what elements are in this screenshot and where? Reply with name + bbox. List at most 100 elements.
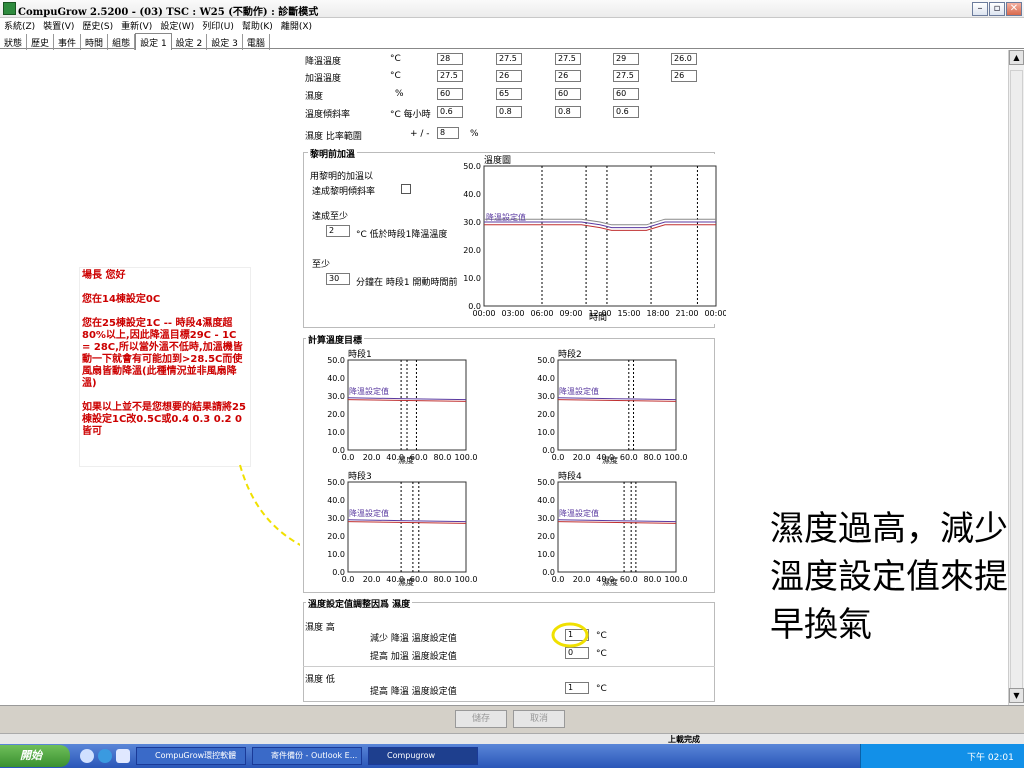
tab-config[interactable]: 組態 <box>108 34 136 51</box>
tab-computer[interactable]: 電腦 <box>243 34 270 51</box>
y-tick-label: 20.0 <box>327 410 345 419</box>
ramp-p1[interactable]: 0.6 <box>437 106 463 118</box>
humidity-p2[interactable]: 65 <box>496 88 522 100</box>
cancel-button[interactable]: 取消 <box>513 710 565 728</box>
period1-chart: 時段1濕度50.040.030.020.010.00.00.0 20.0 40.0 6… <box>327 348 477 465</box>
ramp-p2[interactable]: 0.8 <box>496 106 522 118</box>
highlight-circle <box>551 622 589 648</box>
tab-time[interactable]: 時間 <box>81 34 109 51</box>
y-tick-label: 10.0 <box>327 428 345 437</box>
cool-temp-p4[interactable]: 29 <box>613 53 639 65</box>
x-tick-label: 80.0 <box>643 453 661 462</box>
tab-settings-2[interactable]: 設定 2 <box>172 34 208 51</box>
humidity-p1[interactable]: 60 <box>437 88 463 100</box>
y-tick-label: 50.0 <box>537 478 555 487</box>
period2-chart: 時段2濕度50.040.030.020.010.00.00.0 20.0 40.0 6… <box>537 348 688 465</box>
heat-temp-p3[interactable]: 26 <box>555 70 581 82</box>
heat-temp-p2[interactable]: 26 <box>496 70 522 82</box>
humidity-p3[interactable]: 60 <box>555 88 581 100</box>
series-label: 降溫設定值 <box>486 212 526 222</box>
status-bar: 上載完成 <box>0 733 1024 744</box>
cool-temp-p5[interactable]: 26.0 <box>671 53 697 65</box>
x-tick-label: 60.0 <box>620 575 638 584</box>
cool-temp-p1[interactable]: 28 <box>437 53 463 65</box>
clock[interactable]: 下午 02:01 <box>967 750 1014 763</box>
plot-area <box>557 481 677 573</box>
adjust-row1-unit: °C <box>596 631 607 641</box>
min-input[interactable]: 30 <box>326 273 350 285</box>
note-line-1: 您在14棟設定0C <box>82 294 161 305</box>
reach-input[interactable]: 2 <box>326 225 350 237</box>
app-icon <box>3 2 16 15</box>
x-tick-label: 00:00 <box>472 309 495 318</box>
save-button[interactable]: 儲存 <box>455 710 507 728</box>
tab-settings-3[interactable]: 設定 3 <box>207 34 243 51</box>
start-button[interactable]: 開始 <box>0 745 70 767</box>
hum-ratio-pm: + / - <box>410 129 430 139</box>
button-bar: 儲存 取消 <box>0 705 1024 733</box>
tab-events[interactable]: 事件 <box>54 34 82 51</box>
scroll-thumb[interactable] <box>1010 70 1023 690</box>
taskbar-item-compugrow-app[interactable]: Compugrow <box>368 747 478 765</box>
x-tick-label: 21:00 <box>675 309 698 318</box>
window-title: CompuGrow 2.5200 - (03) TSC : W25 (不動作) … <box>18 7 319 18</box>
taskbar-item-outlook[interactable]: 寄件備份 - Outlook E... <box>252 747 362 765</box>
quicklaunch-desktop-icon[interactable] <box>80 749 94 763</box>
hum-ratio-label: 濕度 比率範圍 <box>305 132 362 142</box>
adjust-group <box>303 602 715 702</box>
tab-status[interactable]: 狀態 <box>0 34 28 51</box>
x-tick-label: 12:00 <box>588 309 611 318</box>
ramp-p4[interactable]: 0.6 <box>613 106 639 118</box>
heat-temp-p5[interactable]: 26 <box>671 70 697 82</box>
x-tick-label: 18:00 <box>646 309 669 318</box>
series-label: 降溫設定值 <box>559 508 599 518</box>
y-tick-label: 10.0 <box>463 274 481 283</box>
quicklaunch-media-icon[interactable] <box>116 749 130 763</box>
hum-ratio-input[interactable]: 8 <box>437 127 459 139</box>
menu-system[interactable]: 系統(Z) <box>0 18 39 32</box>
menu-settings[interactable]: 設定(W) <box>156 18 198 32</box>
close-button[interactable]: ✕ <box>1006 2 1022 16</box>
y-tick-label: 10.0 <box>327 550 345 559</box>
cool-temp-p2[interactable]: 27.5 <box>496 53 522 65</box>
reach-unit: °C 低於時段1降溫溫度 <box>356 230 448 240</box>
menu-print[interactable]: 列印(U) <box>198 18 238 32</box>
scroll-down-icon[interactable]: ▼ <box>1009 688 1024 703</box>
period4-title: 時段4 <box>558 470 582 482</box>
dawn-ramp-checkbox[interactable] <box>401 184 411 194</box>
ramp-p3[interactable]: 0.8 <box>555 106 581 118</box>
tab-history[interactable]: 歷史 <box>27 34 55 51</box>
y-tick-label: 30.0 <box>327 392 345 401</box>
adjust-row3-input[interactable]: 1 <box>565 682 589 694</box>
heat-temp-p4[interactable]: 27.5 <box>613 70 639 82</box>
x-tick-label: 60.0 <box>410 575 428 584</box>
menu-exit[interactable]: 離開(X) <box>277 18 316 32</box>
cool-temp-p3[interactable]: 27.5 <box>555 53 581 65</box>
x-tick-label: 80.0 <box>433 453 451 462</box>
menu-device[interactable]: 裝置(V) <box>39 18 78 32</box>
menu-history[interactable]: 歷史(S) <box>78 18 117 32</box>
x-tick-label: 40.0 <box>386 453 404 462</box>
x-tick-label: 100.0 <box>665 453 688 462</box>
quicklaunch-ie-icon[interactable] <box>98 749 112 763</box>
menu-refresh[interactable]: 重新(V) <box>117 18 156 32</box>
period4-chart: 時段4濕度50.040.030.020.010.00.00.0 20.0 40.0 6… <box>537 470 688 587</box>
scroll-up-icon[interactable]: ▲ <box>1009 50 1024 65</box>
minimize-button[interactable]: – <box>972 2 988 16</box>
period3-title: 時段3 <box>348 470 372 482</box>
row-label-cool-temp: 降溫溫度 <box>305 57 342 67</box>
humidity-p4[interactable]: 60 <box>613 88 639 100</box>
menu-help[interactable]: 幫助(K) <box>238 18 277 32</box>
x-tick-label: 100.0 <box>665 575 688 584</box>
hum-high-label: 濕度 高 <box>305 623 335 633</box>
y-tick-label: 50.0 <box>327 478 345 487</box>
heat-temp-p1[interactable]: 27.5 <box>437 70 463 82</box>
x-tick-label: 20.0 <box>573 453 591 462</box>
taskbar-item-compugrow-folder[interactable]: CompuGrow環控軟體 <box>136 747 246 765</box>
tab-settings-1[interactable]: 設定 1 <box>135 33 172 51</box>
restore-button[interactable]: ▫ <box>989 2 1005 16</box>
adjust-row3-unit: °C <box>596 684 607 694</box>
annotation-text: 濕度過高，減少溫度設定值來提早換氣 <box>770 509 1008 645</box>
vertical-scrollbar[interactable]: ▲ ▼ <box>1008 50 1024 705</box>
y-tick-label: 50.0 <box>327 356 345 365</box>
